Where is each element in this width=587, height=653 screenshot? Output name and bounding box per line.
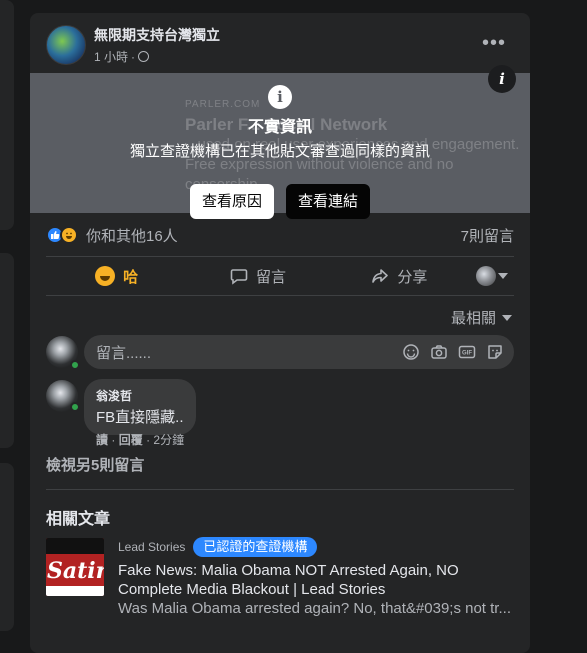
reaction-summary: 你和其他16人 7則留言 <box>46 223 514 247</box>
divider <box>46 489 514 490</box>
fact-check-subtitle: 獨立查證機構已在其他貼文審查過同樣的資訊 <box>129 143 430 160</box>
comment-text: FB直接隱藏.. <box>96 409 184 426</box>
read-link[interactable]: 讀 <box>96 433 108 447</box>
related-title[interactable]: Fake News: Malia Obama NOT Arrested Agai… <box>118 561 518 599</box>
divider <box>46 295 514 296</box>
fact-check-title: 不實資訊 <box>247 119 312 136</box>
page-name[interactable]: 無限期支持台灣獨立 <box>94 25 220 45</box>
comment-count[interactable]: 7則留言 <box>461 225 514 246</box>
action-bar: 哈 留言 分享 <box>46 258 514 294</box>
emoji-icon[interactable] <box>402 343 420 361</box>
sort-label: 最相關 <box>450 310 496 327</box>
view-more-comments[interactable]: 檢視另5則留言 <box>46 454 144 475</box>
comment-meta: 讀 · 回覆 · 2分鐘 <box>96 431 184 448</box>
chevron-down-icon <box>502 314 512 321</box>
online-indicator <box>70 360 80 370</box>
comment-label: 留言 <box>255 268 286 286</box>
camera-icon[interactable] <box>430 343 448 361</box>
comment-button[interactable]: 留言 <box>187 266 328 287</box>
post-as-selector[interactable] <box>470 266 514 286</box>
post-header-text: 無限期支持台灣獨立 1 小時 · <box>94 25 220 65</box>
comment-bubble: 翁浚哲 FB直接隱藏.. <box>84 379 196 435</box>
reaction-count[interactable]: 你和其他16人 <box>86 225 178 246</box>
verified-fact-checker-badge: 已認證的查證機構 <box>193 537 318 557</box>
share-button[interactable]: 分享 <box>329 266 470 287</box>
divider <box>46 256 514 257</box>
related-source-row: Lead Stories 已認證的查證機構 <box>118 537 518 557</box>
thumbnail-footer <box>46 586 104 596</box>
thumbnail-word: Satire <box>47 558 104 584</box>
related-source: Lead Stories <box>118 540 186 554</box>
page-avatar[interactable] <box>46 25 86 65</box>
haha-reaction-icon[interactable] <box>60 226 78 244</box>
comment-input[interactable]: 留言...... GIF <box>84 335 514 369</box>
related-articles-heading: 相關文章 <box>46 511 111 528</box>
comment-icon <box>230 269 248 285</box>
share-icon <box>372 269 389 283</box>
comment-placeholder[interactable]: 留言...... <box>96 342 402 363</box>
false-info-icon: i <box>268 85 292 109</box>
gif-icon[interactable]: GIF <box>458 343 476 361</box>
post-header: 無限期支持台灣獨立 1 小時 · <box>46 25 220 65</box>
sticker-icon[interactable] <box>486 343 504 361</box>
haha-button[interactable]: 哈 <box>46 266 187 287</box>
fact-check-overlay: i 不實資訊 獨立查證機構已在其他貼文審查過同樣的資訊 <box>30 85 530 161</box>
comment-author[interactable]: 翁浚哲 <box>96 387 184 404</box>
see-why-button[interactable]: 查看原因 <box>190 184 275 219</box>
svg-text:GIF: GIF <box>462 351 472 357</box>
post-meta: 1 小時 · <box>94 48 220 65</box>
related-article-thumbnail[interactable]: Satire <box>46 538 104 596</box>
share-label: 分享 <box>397 268 428 286</box>
related-description: Was Malia Obama arrested again? No, that… <box>118 600 511 617</box>
chevron-down-icon <box>497 273 508 279</box>
fact-check-buttons: 查看原因 查看連結 <box>190 184 371 219</box>
post-card: 無限期支持台灣獨立 1 小時 · ••• PARLER.COM Parler F… <box>30 13 530 653</box>
comment-time[interactable]: 2分鐘 <box>153 433 184 447</box>
separator-dot: · <box>131 49 136 64</box>
post-time[interactable]: 1 小時 <box>94 48 128 65</box>
separator-dot: · <box>111 433 119 447</box>
comment-tools: GIF <box>402 343 514 361</box>
thumbnail-band <box>46 538 104 554</box>
left-panel-top <box>0 0 14 230</box>
reply-link[interactable]: 回覆 <box>119 433 143 447</box>
related-article[interactable]: Lead Stories 已認證的查證機構 Fake News: Malia O… <box>118 537 518 617</box>
haha-emoji-icon <box>95 266 116 286</box>
more-icon[interactable]: ••• <box>482 33 506 53</box>
comment-sort[interactable]: 最相關 <box>451 307 512 328</box>
see-link-button[interactable]: 查看連結 <box>286 184 371 219</box>
left-panel-bottom <box>0 463 14 631</box>
online-indicator <box>70 402 80 412</box>
haha-label: 哈 <box>123 268 139 286</box>
left-panel-middle <box>0 253 14 448</box>
globe-icon[interactable] <box>138 51 150 62</box>
profile-avatar <box>475 266 496 286</box>
